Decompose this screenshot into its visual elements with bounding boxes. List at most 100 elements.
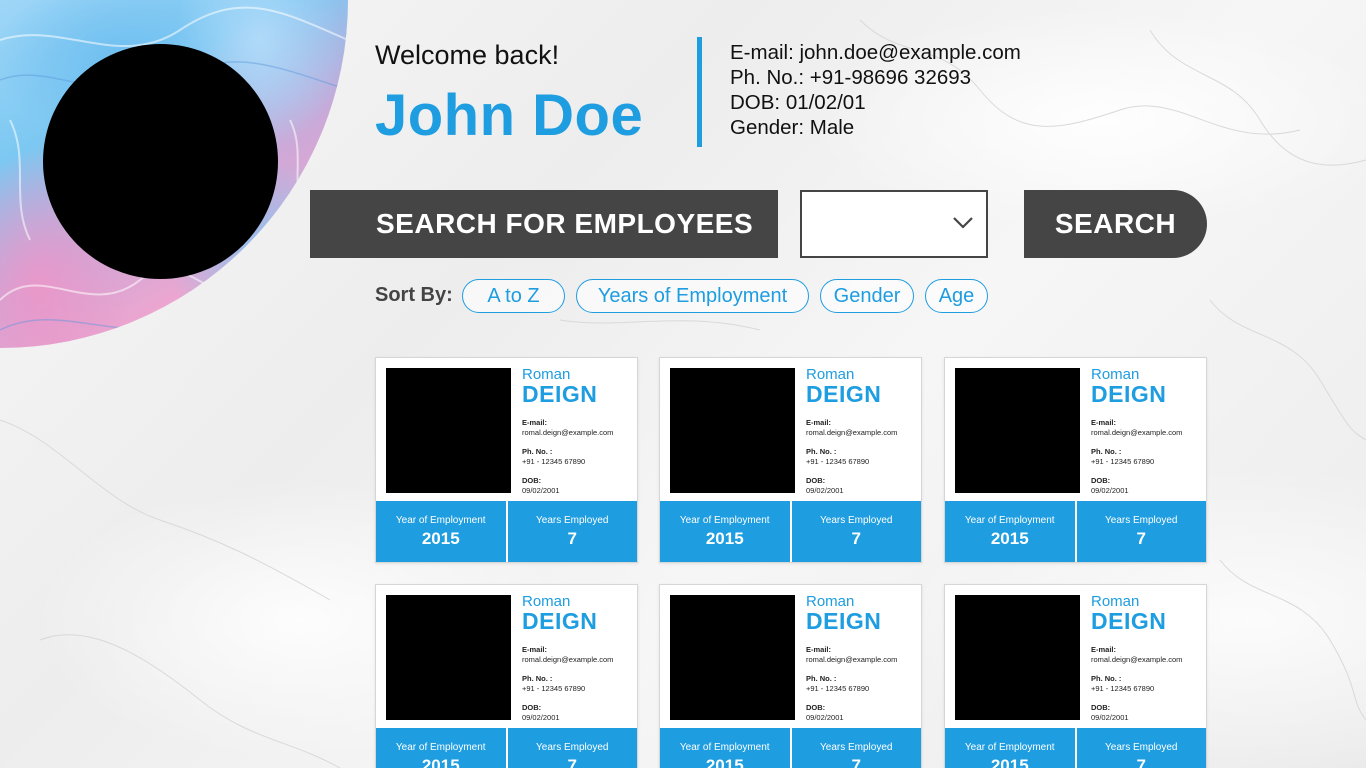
year-of-employment-stat: Year of Employment 2015 xyxy=(376,501,506,562)
employee-email-label: E-mail: xyxy=(522,645,548,654)
stat-label: Year of Employment xyxy=(964,514,1055,526)
stat-label: Year of Employment xyxy=(679,741,770,753)
years-employed-stat: Years Employed 7 xyxy=(791,728,921,768)
year-of-employment-stat: Year of Employment 2015 xyxy=(945,501,1075,562)
employee-stats: Year of Employment 2015 Years Employed 7 xyxy=(376,728,637,768)
employee-photo xyxy=(955,368,1080,493)
stat-label: Year of Employment xyxy=(395,514,486,526)
stat-label: Years Employed xyxy=(820,514,893,526)
user-gender: Gender: Male xyxy=(730,116,855,139)
employee-info: E-mail: romal.deign@example.com Ph. No. … xyxy=(806,418,897,505)
employee-info: E-mail: romal.deign@example.com Ph. No. … xyxy=(522,645,613,732)
user-phone: Ph. No.: +91-98696 32693 xyxy=(730,66,972,89)
employee-last-name: DEIGN xyxy=(1091,381,1167,407)
employee-email: romal.deign@example.com xyxy=(806,654,898,664)
employee-phone-label: Ph. No. : xyxy=(1091,674,1122,683)
employee-stats: Year of Employment 2015 Years Employed 7 xyxy=(660,728,921,768)
employee-photo xyxy=(670,595,795,720)
year-of-employment-stat: Year of Employment 2015 xyxy=(945,728,1075,768)
employee-last-name: DEIGN xyxy=(1091,608,1167,634)
search-employees-field[interactable]: SEARCH FOR EMPLOYEES xyxy=(310,190,778,258)
employee-phone-label: Ph. No. : xyxy=(522,447,553,456)
user-dob: DOB: 01/02/01 xyxy=(730,91,866,114)
employee-dob-label: DOB: xyxy=(806,476,826,485)
stat-label: Years Employed xyxy=(1105,741,1178,753)
year-of-employment-stat: Year of Employment 2015 xyxy=(660,501,790,562)
employee-dob: 09/02/2001 xyxy=(806,485,844,495)
year-of-employment-stat: Year of Employment 2015 xyxy=(376,728,506,768)
sort-chip-years-of-employment[interactable]: Years of Employment xyxy=(576,279,809,313)
employee-dob: 09/02/2001 xyxy=(806,712,844,722)
employee-stats: Year of Employment 2015 Years Employed 7 xyxy=(945,728,1206,768)
employee-phone: +91 - 12345 67890 xyxy=(806,456,870,466)
user-contact-details: E-mail: john.doe@example.com Ph. No.: +9… xyxy=(730,40,1021,140)
sort-chip-gender[interactable]: Gender xyxy=(820,279,914,313)
stat-value: 2015 xyxy=(990,755,1029,768)
welcome-greeting: Welcome back! xyxy=(375,40,560,70)
employee-email-label: E-mail: xyxy=(806,645,832,654)
employee-dob-label: DOB: xyxy=(1091,703,1111,712)
employee-dob: 09/02/2001 xyxy=(522,485,560,495)
employee-phone-label: Ph. No. : xyxy=(806,674,837,683)
stat-label: Year of Employment xyxy=(679,514,770,526)
year-of-employment-stat: Year of Employment 2015 xyxy=(660,728,790,768)
employee-info: E-mail: romal.deign@example.com Ph. No. … xyxy=(522,418,613,505)
employee-dob-label: DOB: xyxy=(1091,476,1111,485)
employee-stats: Year of Employment 2015 Years Employed 7 xyxy=(376,501,637,562)
employee-phone: +91 - 12345 67890 xyxy=(522,683,586,693)
stat-value: 2015 xyxy=(705,755,744,768)
sort-by-label: Sort By: xyxy=(375,284,453,306)
employee-card[interactable]: Roman DEIGN E-mail: romal.deign@example.… xyxy=(375,357,638,563)
stat-label: Years Employed xyxy=(820,741,893,753)
employee-email-label: E-mail: xyxy=(1091,645,1117,654)
stat-label: Year of Employment xyxy=(964,741,1055,753)
sort-chip-a-to-z[interactable]: A to Z xyxy=(462,279,565,313)
employee-info: E-mail: romal.deign@example.com Ph. No. … xyxy=(1091,645,1182,732)
employee-photo xyxy=(386,595,511,720)
stat-label: Years Employed xyxy=(536,514,609,526)
employee-card[interactable]: Roman DEIGN E-mail: romal.deign@example.… xyxy=(944,357,1207,563)
search-button-label: SEARCH xyxy=(1054,208,1177,239)
employee-last-name: DEIGN xyxy=(806,608,882,634)
employee-info: E-mail: romal.deign@example.com Ph. No. … xyxy=(806,645,897,732)
employee-stats: Year of Employment 2015 Years Employed 7 xyxy=(945,501,1206,562)
search-button[interactable]: SEARCH xyxy=(1024,190,1207,258)
employee-card[interactable]: Roman DEIGN E-mail: romal.deign@example.… xyxy=(659,357,922,563)
employee-phone: +91 - 12345 67890 xyxy=(522,456,586,466)
employee-last-name: DEIGN xyxy=(522,381,598,407)
years-employed-stat: Years Employed 7 xyxy=(507,728,637,768)
stat-value: 7 xyxy=(1136,755,1146,768)
employee-last-name: DEIGN xyxy=(806,381,882,407)
user-avatar xyxy=(43,44,278,279)
employee-dob: 09/02/2001 xyxy=(522,712,560,722)
stat-value: 7 xyxy=(851,528,861,548)
employee-photo xyxy=(386,368,511,493)
stat-label: Years Employed xyxy=(1105,514,1178,526)
employee-email-label: E-mail: xyxy=(806,418,832,427)
employee-card[interactable]: Roman DEIGN E-mail: romal.deign@example.… xyxy=(375,584,638,768)
years-employed-stat: Years Employed 7 xyxy=(507,501,637,562)
stat-value: 7 xyxy=(567,755,577,768)
stat-value: 2015 xyxy=(421,755,460,768)
employee-phone: +91 - 12345 67890 xyxy=(806,683,870,693)
employee-last-name: DEIGN xyxy=(522,608,598,634)
employee-dob-label: DOB: xyxy=(522,703,542,712)
decorative-fluid-art xyxy=(0,0,348,348)
stat-value: 7 xyxy=(567,528,577,548)
employee-dob: 09/02/2001 xyxy=(1091,712,1129,722)
employee-phone-label: Ph. No. : xyxy=(522,674,553,683)
employee-email: romal.deign@example.com xyxy=(522,654,614,664)
stat-value: 7 xyxy=(851,755,861,768)
filter-dropdown[interactable] xyxy=(800,190,988,258)
sort-chip-age[interactable]: Age xyxy=(925,279,988,313)
employee-stats: Year of Employment 2015 Years Employed 7 xyxy=(660,501,921,562)
stat-value: 2015 xyxy=(990,528,1029,548)
employee-card[interactable]: Roman DEIGN E-mail: romal.deign@example.… xyxy=(659,584,922,768)
employee-card[interactable]: Roman DEIGN E-mail: romal.deign@example.… xyxy=(944,584,1207,768)
employee-info: E-mail: romal.deign@example.com Ph. No. … xyxy=(1091,418,1182,505)
years-employed-stat: Years Employed 7 xyxy=(1076,728,1206,768)
years-employed-stat: Years Employed 7 xyxy=(1076,501,1206,562)
employee-photo xyxy=(670,368,795,493)
stat-label: Year of Employment xyxy=(395,741,486,753)
stat-value: 2015 xyxy=(421,528,460,548)
